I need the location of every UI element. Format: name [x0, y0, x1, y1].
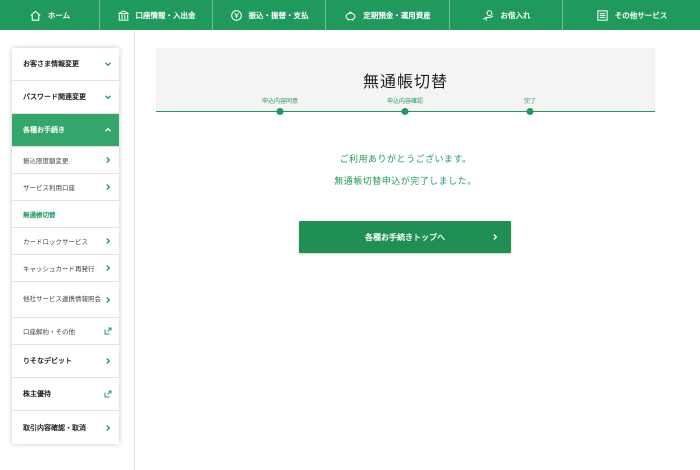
sidebar-item-procedures[interactable]: 各種お手続き	[12, 114, 119, 147]
nav-item-label: お借入れ	[500, 10, 531, 20]
piggy-bank-icon	[345, 11, 356, 21]
step-dot-consent	[276, 108, 284, 115]
completion-message-line1: ご利用ありがとうございます。	[339, 155, 472, 165]
sidebar-item-label: りそなデビット	[23, 357, 72, 365]
button-label: 各種お手続きトップへ	[365, 232, 445, 242]
sidebar-item-transactions[interactable]: 取引内容確認・取消	[12, 411, 119, 444]
chevron-right-icon	[106, 424, 111, 431]
content-divider	[134, 30, 135, 470]
chevron-right-icon	[106, 184, 111, 190]
procedures-top-button[interactable]: 各種お手続きトップへ	[299, 221, 511, 253]
step-dot-complete	[526, 108, 534, 115]
completion-message-line2: 無通帳切替申込が完了しました。	[334, 177, 477, 187]
nav-item-other[interactable]: その他サービス	[563, 0, 700, 30]
external-link-icon	[104, 390, 112, 398]
sidebar-item-transfer-limit[interactable]: 振込限度額変更	[12, 147, 119, 174]
sidebar-item-label: パスワード関連変更	[23, 93, 86, 101]
sidebar-item-card-reissue[interactable]: キャッシュカード再発行	[12, 255, 119, 282]
sidebar-item-passbook-switch[interactable]: 無通帳切替	[12, 201, 119, 228]
chevron-right-icon	[493, 234, 498, 240]
hand-coin-icon	[482, 9, 493, 21]
sidebar-item-label: カードロックサービス	[23, 238, 88, 246]
step-label-consent: 申込内容同意	[261, 98, 299, 105]
sidebar-item-shareholder[interactable]: 株主優待	[12, 378, 119, 411]
global-nav: ホーム 口座情報・入出金 振込・振替・支払 定期預金・運用資産 お借入れ その他…	[0, 0, 700, 30]
sidebar-item-third-party[interactable]: 他社サービス連携情報照会	[12, 282, 119, 318]
nav-item-home[interactable]: ホーム	[0, 0, 100, 30]
sidebar-item-debit[interactable]: りそなデビット	[12, 345, 119, 378]
chevron-up-icon	[105, 127, 111, 132]
sidebar: お客さま情報変更 パスワード関連変更 各種お手続き 振込限度額変更 サービス利用…	[12, 48, 119, 444]
sidebar-item-label: 無通帳切替	[23, 211, 56, 219]
sidebar-item-label: 口座解約・その他	[23, 328, 75, 336]
chevron-right-icon	[106, 296, 111, 303]
nav-item-transfer[interactable]: 振込・振替・支払	[213, 0, 326, 30]
sidebar-item-label: サービス利用口座	[23, 184, 75, 192]
external-link-icon	[104, 327, 112, 335]
sidebar-item-label: 各種お手続き	[23, 126, 65, 134]
nav-item-account[interactable]: 口座情報・入出金	[100, 0, 213, 30]
page-title: 無通帳切替	[362, 72, 448, 91]
sidebar-item-label: 株主優待	[23, 390, 51, 398]
nav-item-label: 振込・振替・支払	[248, 10, 309, 20]
home-icon	[30, 10, 41, 21]
chevron-right-icon	[106, 157, 111, 163]
list-icon	[597, 9, 608, 21]
chevron-down-icon	[105, 62, 111, 67]
sidebar-item-service-account[interactable]: サービス利用口座	[12, 174, 119, 201]
nav-item-label: 定期預金・運用資産	[363, 10, 431, 20]
sidebar-item-card-lock[interactable]: カードロックサービス	[12, 228, 119, 255]
nav-item-loan[interactable]: お借入れ	[450, 0, 563, 30]
sidebar-item-account-close[interactable]: 口座解約・その他	[12, 318, 119, 345]
sidebar-item-label: 振込限度額変更	[23, 157, 69, 165]
yen-coin-icon	[230, 9, 242, 21]
nav-item-label: ホーム	[47, 10, 71, 20]
sidebar-item-password[interactable]: パスワード関連変更	[12, 81, 119, 114]
nav-item-label: その他サービス	[614, 10, 668, 20]
chevron-down-icon	[105, 95, 111, 100]
step-dot-confirm	[401, 108, 409, 115]
sidebar-item-label: キャッシュカード再発行	[23, 265, 95, 273]
nav-item-deposit[interactable]: 定期預金・運用資産	[326, 0, 450, 30]
step-label-complete: 完了	[523, 98, 537, 105]
step-label-confirm: 申込内容確認	[386, 98, 424, 105]
sidebar-item-label: 他社サービス連携情報照会	[23, 295, 101, 303]
sidebar-item-label: お客さま情報変更	[23, 60, 79, 68]
sidebar-item-customer-info[interactable]: お客さま情報変更	[12, 48, 119, 81]
chevron-right-icon	[106, 238, 111, 244]
chevron-right-icon	[106, 265, 111, 271]
nav-item-label: 口座情報・入出金	[135, 10, 196, 20]
bank-icon	[117, 9, 129, 21]
sidebar-item-label: 取引内容確認・取消	[23, 423, 86, 432]
chevron-right-icon	[106, 358, 111, 364]
